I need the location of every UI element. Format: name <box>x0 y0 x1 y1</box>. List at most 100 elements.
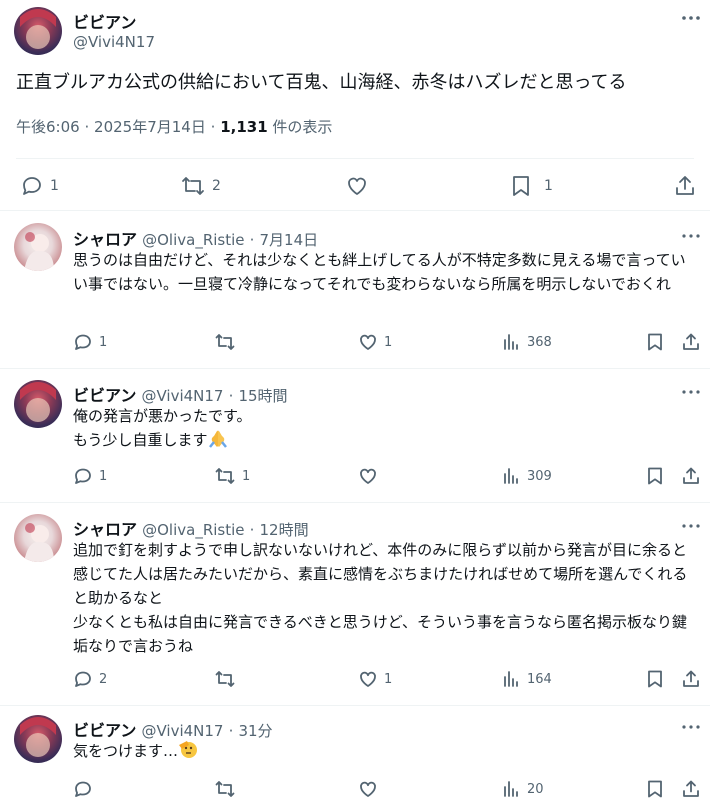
share-icon <box>676 176 694 195</box>
reply-icon <box>75 334 91 350</box>
reply4-reply-button[interactable] <box>73 779 93 799</box>
reply3-like-button[interactable]: 1 <box>358 669 392 689</box>
reply3-reply-button[interactable]: 2 <box>73 669 107 689</box>
reply4-author-name[interactable]: ビビアン <box>73 721 136 740</box>
avatar-art <box>20 382 56 422</box>
main-post-meta: 午後6:06 · 2025年7月14日 · 1,131 件の表示 <box>16 116 332 137</box>
views-label: 件の表示 <box>272 118 333 136</box>
reply3-header: シャロア @Oliva_Ristie · 12時間 <box>73 516 309 540</box>
reply4-author-handle[interactable]: @Vivi4N17 <box>141 722 223 740</box>
reply3-text: 追加で釘を刺すようで申し訳ないないけれど、本件のみに限らず以前から発言が目に余る… <box>73 538 699 658</box>
main-author-handle[interactable]: @Vivi4N17 <box>73 33 155 51</box>
divider <box>0 368 710 369</box>
main-author-name[interactable]: ビビアン <box>73 9 136 33</box>
share-icon <box>683 467 699 484</box>
reply1-repost-button[interactable] <box>214 332 236 352</box>
reply4-more-icon[interactable] <box>680 719 702 735</box>
meta-separator: · <box>228 722 234 740</box>
reply4-repost-button[interactable] <box>214 779 236 799</box>
avatar-art <box>24 232 54 271</box>
reply2-like-button[interactable] <box>358 466 378 486</box>
reply4-bookmark-button[interactable] <box>646 779 664 799</box>
reply4-share-button[interactable] <box>681 779 701 799</box>
reply3-author-name[interactable]: シャロア <box>73 520 137 539</box>
reply3-more-icon[interactable] <box>680 518 702 534</box>
reply3-time[interactable]: 12時間 <box>259 521 308 539</box>
bookmark-icon <box>648 670 662 688</box>
reply-icon <box>75 468 91 484</box>
main-avatar[interactable] <box>14 7 62 55</box>
avatar-art <box>20 717 56 757</box>
share-icon <box>683 780 699 797</box>
main-reply-button[interactable]: 1 <box>20 174 59 198</box>
reply2-line2-wrap: もう少し自重します <box>73 428 699 455</box>
reply2-author-name[interactable]: ビビアン <box>73 386 136 405</box>
reply2-time[interactable]: 15時間 <box>238 387 287 405</box>
reply1-time[interactable]: 7月14日 <box>259 231 318 249</box>
like-icon <box>360 671 376 687</box>
reply2-more-icon[interactable] <box>680 384 702 400</box>
share-icon <box>683 670 699 687</box>
reply1-avatar[interactable] <box>14 223 62 271</box>
main-bookmark-button[interactable]: 1 <box>510 174 553 198</box>
reply4-views-count: 20 <box>527 781 544 797</box>
reply2-avatar[interactable] <box>14 380 62 428</box>
reply1-author-name[interactable]: シャロア <box>73 230 137 249</box>
main-more-icon[interactable] <box>680 8 702 28</box>
views-icon <box>504 671 518 687</box>
pray-emoji <box>208 430 228 455</box>
post-time[interactable]: 午後6:06 <box>16 118 80 136</box>
bookmark-icon <box>648 333 662 351</box>
reply2-repost-button[interactable]: 1 <box>214 466 250 486</box>
like-icon <box>360 468 376 484</box>
reply4-avatar[interactable] <box>14 715 62 763</box>
reply1-like-count: 1 <box>384 334 393 350</box>
reply3-avatar[interactable] <box>14 514 62 562</box>
reply3-repost-button[interactable] <box>214 669 236 689</box>
reply-icon <box>23 177 41 195</box>
reply2-author-handle[interactable]: @Vivi4N17 <box>141 387 223 405</box>
repost-icon <box>215 781 235 797</box>
main-like-button[interactable] <box>345 174 369 198</box>
meta-separator: · <box>84 118 90 136</box>
avatar-art <box>24 523 54 562</box>
reply2-bookmark-button[interactable] <box>646 466 664 486</box>
reply1-reply-button[interactable]: 1 <box>73 332 107 352</box>
reply1-author-handle[interactable]: @Oliva_Ristie <box>142 231 244 249</box>
reply4-header: ビビアン @Vivi4N17 · 31分 <box>73 717 273 741</box>
reply3-reply-count: 2 <box>99 671 108 687</box>
divider <box>0 210 710 211</box>
meta-separator: · <box>228 387 234 405</box>
reply4-views-button[interactable]: 20 <box>501 779 544 799</box>
reply2-views-button[interactable]: 309 <box>501 466 552 486</box>
main-post-text: 正直ブルアカ公式の供給において百鬼、山海経、赤冬はハズレだと思ってる <box>16 72 627 93</box>
reply4-like-button[interactable] <box>358 779 378 799</box>
reply3-paragraph1: 追加で釘を刺すようで申し訳ないないけれど、本件のみに限らず以前から発言が目に余る… <box>73 541 688 607</box>
meta-separator: · <box>249 521 255 539</box>
reply4-time[interactable]: 31分 <box>238 722 272 740</box>
reply3-author-handle[interactable]: @Oliva_Ristie <box>142 521 244 539</box>
reply1-bookmark-button[interactable] <box>646 332 664 352</box>
reply1-more-icon[interactable] <box>680 228 702 244</box>
reply3-share-button[interactable] <box>681 669 701 689</box>
reply2-reply-button[interactable]: 1 <box>73 466 107 486</box>
reply3-bookmark-button[interactable] <box>646 669 664 689</box>
views-icon <box>504 334 518 350</box>
reply1-like-button[interactable]: 1 <box>358 332 392 352</box>
reply1-share-button[interactable] <box>681 332 701 352</box>
like-icon <box>348 177 366 195</box>
repost-icon <box>215 334 235 350</box>
reply1-views-button[interactable]: 368 <box>501 332 552 352</box>
reply2-repost-count: 1 <box>242 468 251 484</box>
main-share-button[interactable] <box>673 174 697 198</box>
reply2-header: ビビアン @Vivi4N17 · 15時間 <box>73 382 288 406</box>
reply2-line1: 俺の発言が悪かったです。 <box>73 407 252 425</box>
post-date[interactable]: 2025年7月14日 <box>94 118 206 136</box>
divider <box>16 158 694 159</box>
repost-icon <box>182 177 204 195</box>
reply3-views-button[interactable]: 164 <box>501 669 552 689</box>
main-repost-button[interactable]: 2 <box>180 174 221 198</box>
reply2-share-button[interactable] <box>681 466 701 486</box>
bookmark-icon <box>648 467 662 485</box>
share-icon <box>683 333 699 350</box>
